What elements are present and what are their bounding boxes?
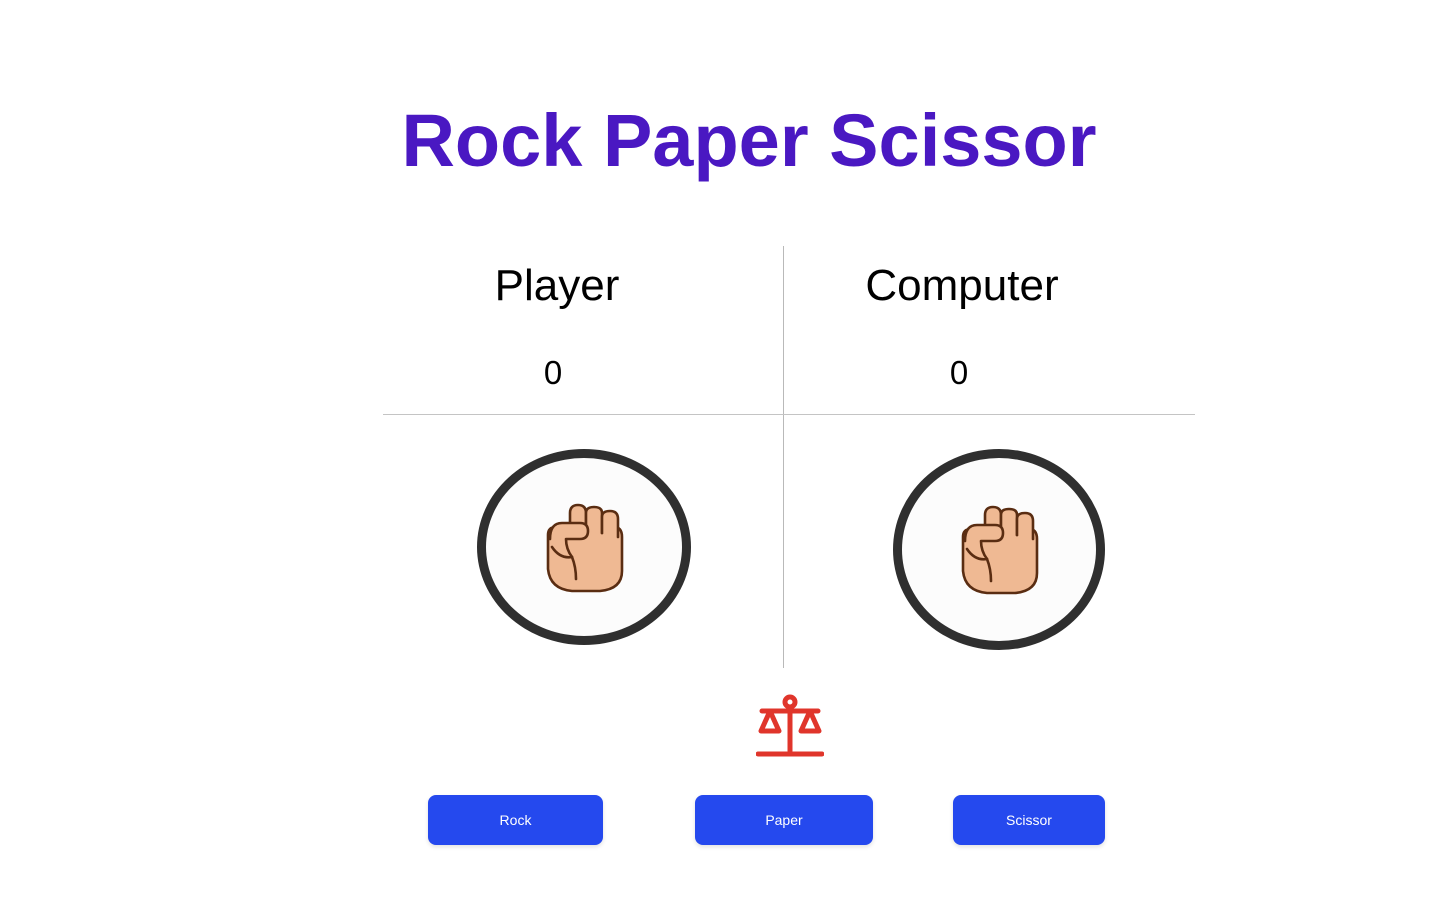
paper-button[interactable]: Paper	[695, 795, 873, 845]
rock-fist-icon	[961, 505, 1039, 595]
rock-button[interactable]: Rock	[428, 795, 603, 845]
balance-scale-icon	[756, 694, 824, 757]
rock-fist-icon	[546, 503, 624, 593]
computer-label: Computer	[865, 261, 1059, 310]
vertical-divider	[783, 246, 784, 668]
player-label: Player	[494, 261, 620, 310]
computer-score: 0	[949, 354, 969, 391]
scissor-button[interactable]: Scissor	[953, 795, 1105, 845]
player-score: 0	[543, 354, 563, 391]
page-title: Rock Paper Scissor	[401, 99, 1097, 182]
horizontal-divider	[383, 414, 1195, 415]
game-page: Rock Paper Scissor Player Computer 0 0 R…	[0, 0, 1440, 900]
